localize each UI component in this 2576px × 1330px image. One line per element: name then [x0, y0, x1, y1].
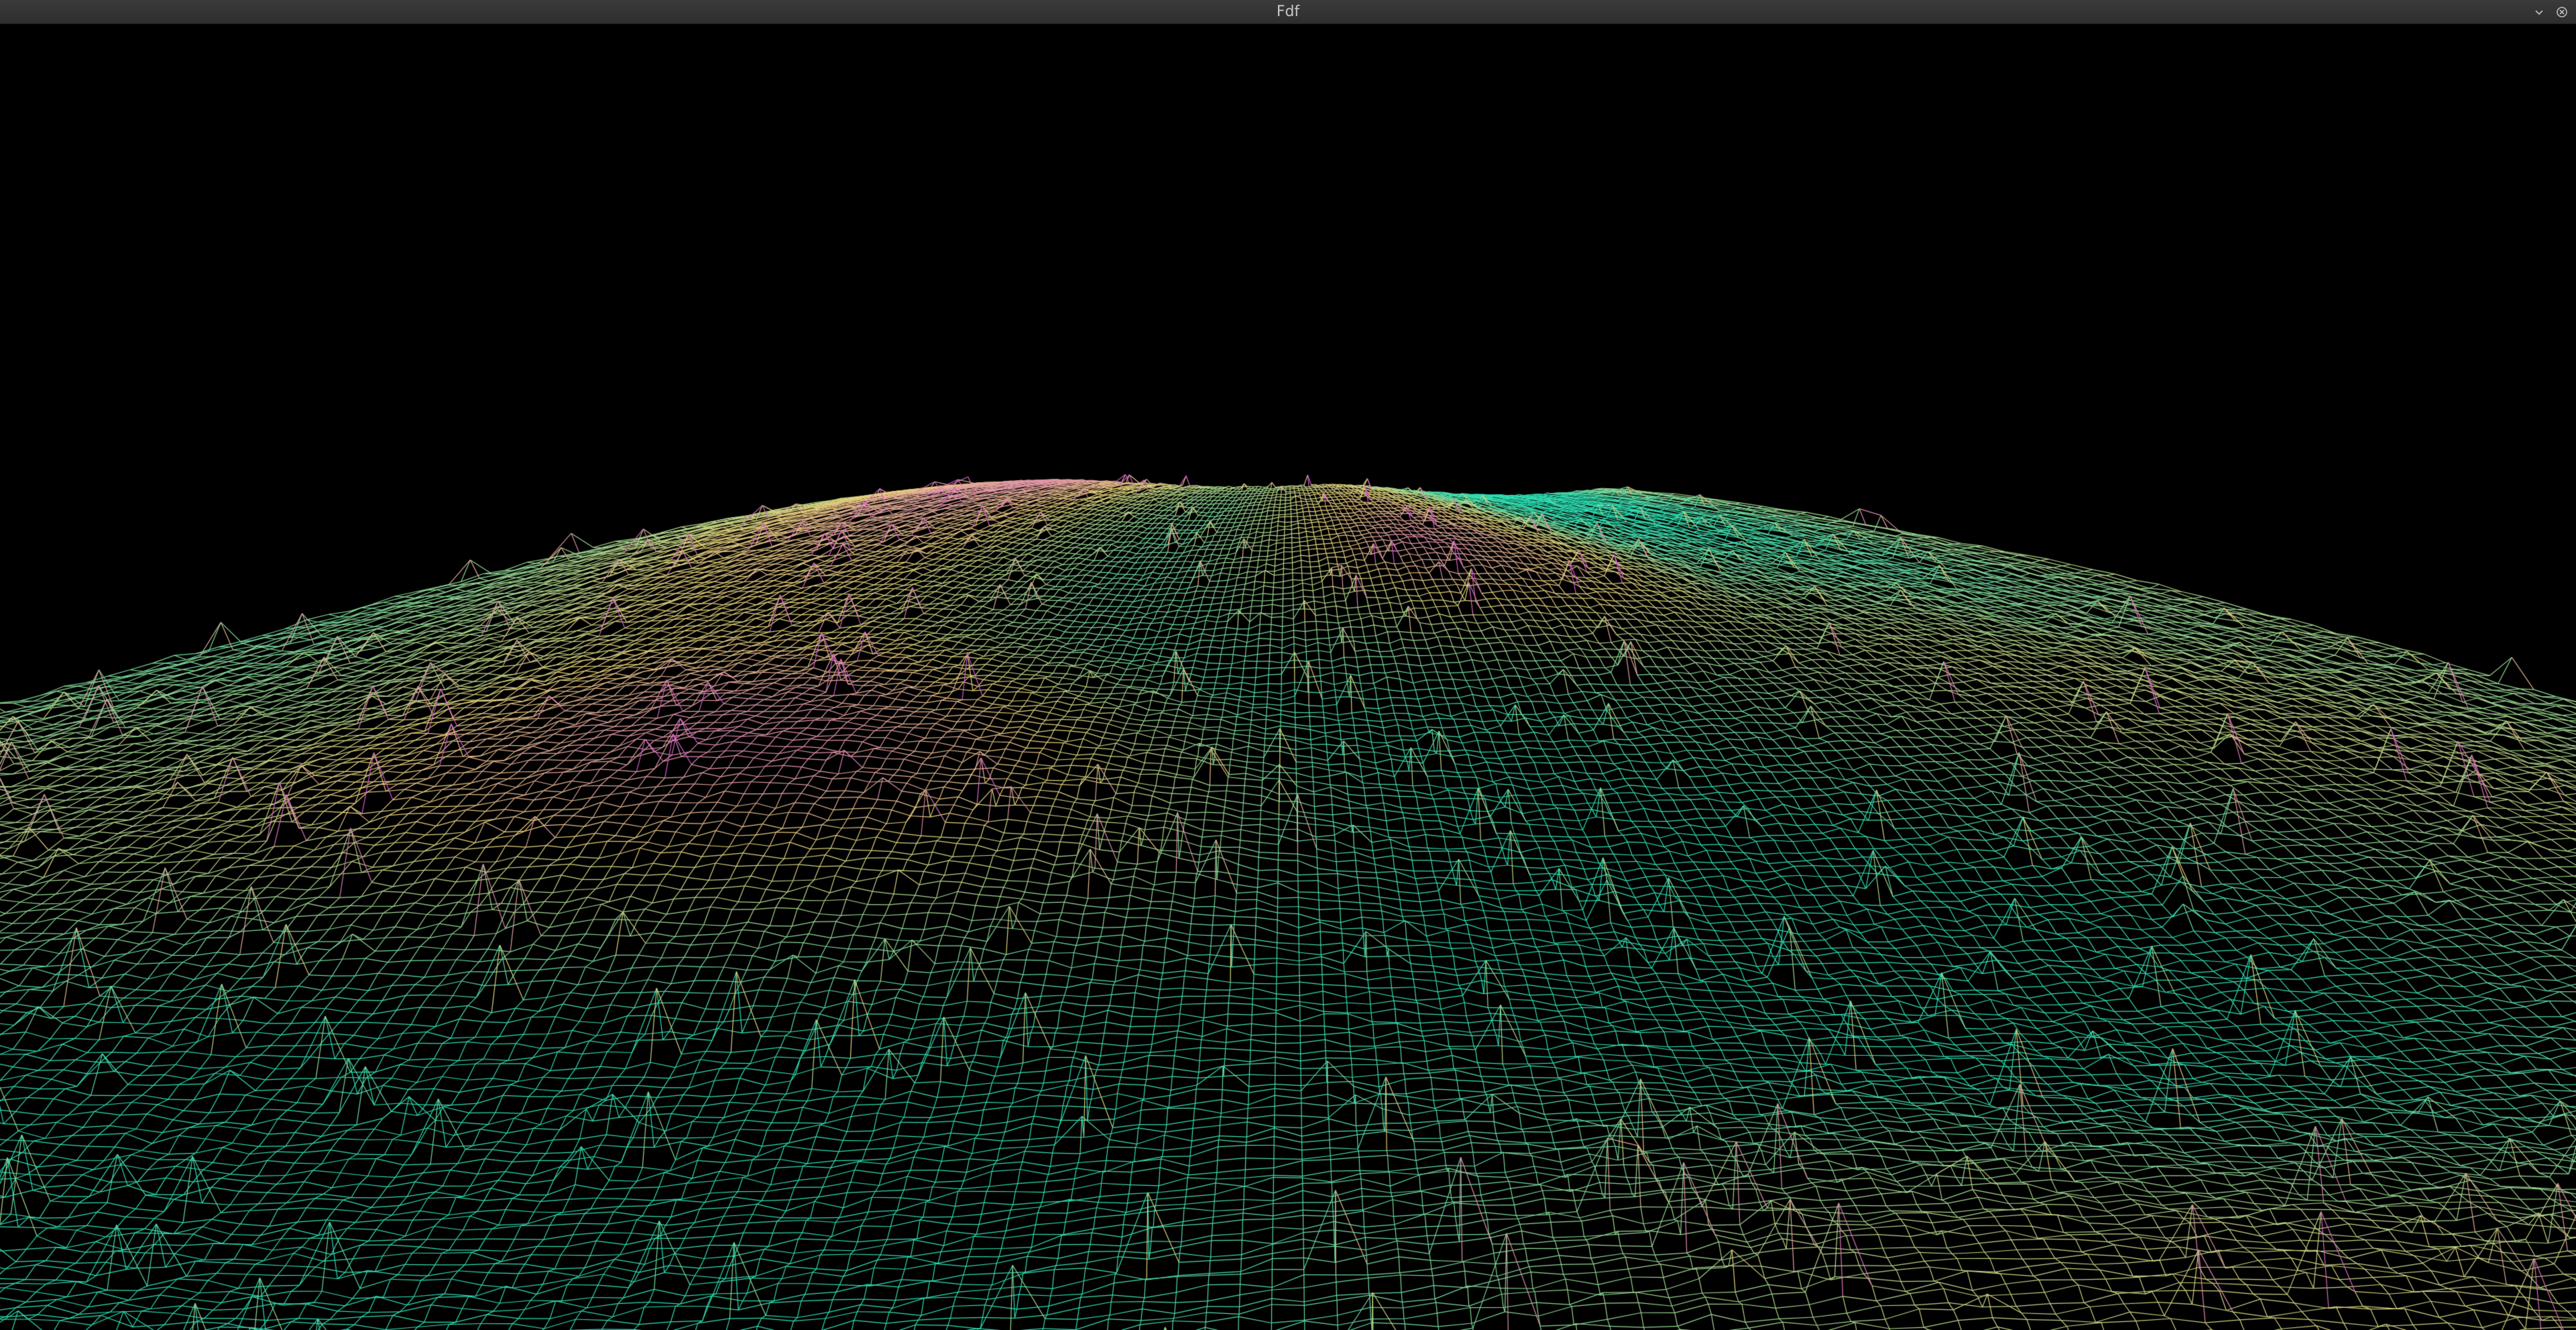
close-icon — [2557, 7, 2567, 17]
fdf-window: Fdf — [0, 0, 2576, 1330]
chevron-down-icon — [2535, 10, 2543, 15]
window-controls — [2532, 0, 2569, 24]
close-button[interactable] — [2555, 5, 2569, 19]
title-bar[interactable]: Fdf — [0, 0, 2576, 24]
minimize-button[interactable] — [2532, 5, 2546, 19]
window-title: Fdf — [1276, 3, 1300, 20]
wireframe-terrain-canvas — [0, 24, 2576, 1330]
wireframe-viewport[interactable] — [0, 24, 2576, 1330]
